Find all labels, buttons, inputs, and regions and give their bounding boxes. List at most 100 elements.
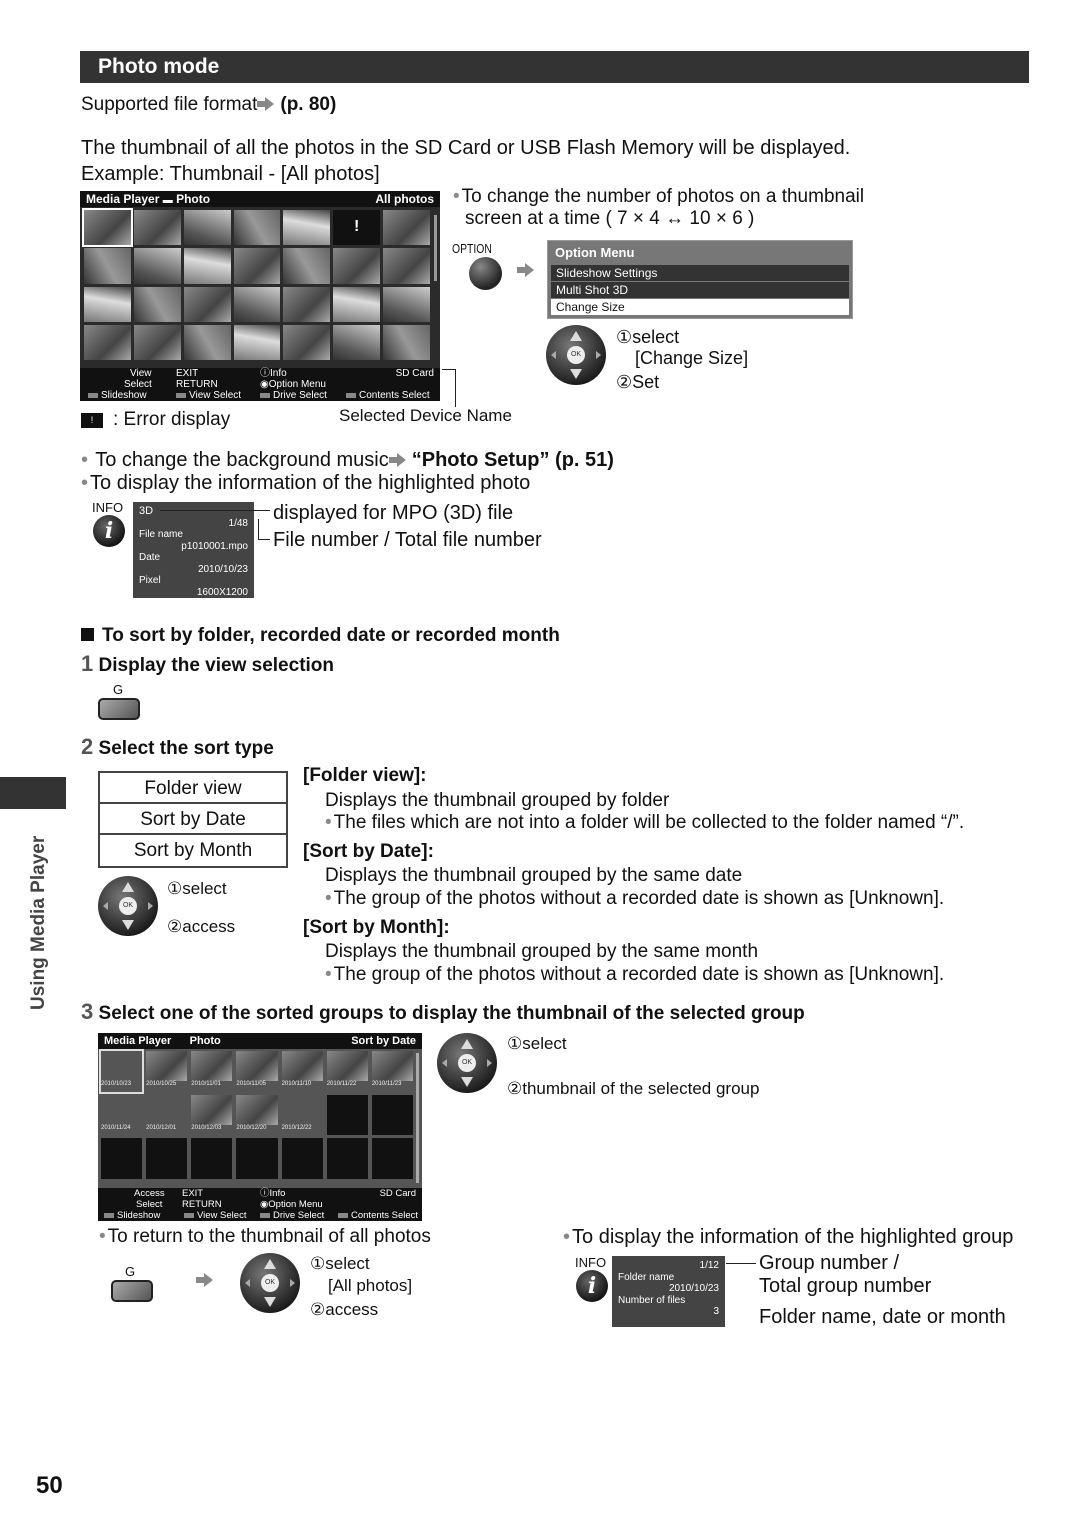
desc-date-note: The group of the photos without a record…: [325, 888, 944, 910]
group-date-label: 2010/12/03: [191, 1124, 222, 1131]
scrollbar[interactable]: [434, 215, 437, 281]
group-thumbnail[interactable]: 2010/11/01: [191, 1051, 233, 1092]
thumbnail[interactable]: [233, 210, 281, 246]
thumbnail[interactable]: [283, 286, 331, 322]
thumbnail[interactable]: [84, 286, 131, 322]
thumbnail[interactable]: [183, 248, 231, 284]
footer-info: ⓘ Info: [260, 368, 287, 379]
thumbnail[interactable]: [133, 286, 181, 322]
desc-date-title: [Sort by Date]:: [303, 841, 434, 862]
thumbnail[interactable]: [283, 210, 331, 246]
group-thumbnail[interactable]: 2010/11/23: [371, 1051, 413, 1092]
empty-thumbnail[interactable]: [146, 1138, 188, 1179]
photo-setup-link[interactable]: “Photo Setup” (p. 51): [412, 449, 614, 471]
screen-title-bar: Media Player ▬ Photo All photos: [80, 191, 440, 207]
option-item-multi-shot-3d[interactable]: Multi Shot 3D: [551, 282, 849, 298]
sort-option-sort-by-month[interactable]: Sort by Month: [100, 835, 286, 866]
info-icon[interactable]: i: [576, 1270, 608, 1302]
group-count: 1/12: [699, 1260, 719, 1271]
thumbnail[interactable]: [133, 324, 181, 360]
info-icon[interactable]: i: [93, 515, 125, 547]
thumbnail[interactable]: [233, 286, 281, 322]
empty-thumbnail[interactable]: [371, 1094, 413, 1136]
thumbnail[interactable]: [133, 248, 181, 284]
thumbnail[interactable]: [183, 210, 231, 246]
thumbnail[interactable]: [383, 286, 430, 322]
thumbnail[interactable]: [133, 210, 181, 246]
screen-footer: Access EXIT ⓘ Info SD Card Select RETURN…: [98, 1188, 422, 1221]
footer-return: RETURN: [176, 379, 218, 390]
callout-line: [160, 510, 270, 511]
arrow-icon: [388, 453, 406, 467]
scrollbar[interactable]: [416, 1053, 419, 1183]
callout-line: [258, 519, 259, 540]
option-item-change-size[interactable]: Change Size: [551, 299, 849, 315]
empty-thumbnail[interactable]: [101, 1138, 143, 1179]
group-thumbnail[interactable]: 2010/12/20: [236, 1094, 278, 1136]
callout-line: [258, 539, 270, 540]
thumbnail[interactable]: [82, 207, 133, 248]
thumbnail[interactable]: [333, 286, 381, 322]
thumbnail-screen-all-photos: Media Player ▬ Photo All photos ! View E…: [80, 191, 440, 401]
thumbnail[interactable]: [283, 324, 331, 360]
thumbnail[interactable]: [84, 248, 131, 284]
screen-footer: View EXIT ⓘ Info SD Card Select RETURN ◉…: [80, 368, 440, 401]
thumbnail[interactable]: [383, 324, 430, 360]
sort-option-folder-view[interactable]: Folder view: [100, 773, 286, 804]
intro-line-1: The thumbnail of all the photos in the S…: [81, 137, 851, 159]
g-button[interactable]: [111, 1280, 153, 1302]
g-button[interactable]: [98, 698, 140, 720]
desc-month-note: The group of the photos without a record…: [325, 964, 944, 986]
thumb-size-text-2: screen at a time ( 7 × 4 ↔ 10 × 6 ): [465, 208, 755, 229]
empty-thumbnail[interactable]: [236, 1138, 278, 1179]
footer-slideshow: Slideshow: [88, 390, 147, 401]
sort-option-sort-by-date[interactable]: Sort by Date: [100, 804, 286, 835]
arrow-icon: [196, 1273, 219, 1291]
empty-thumbnail[interactable]: [281, 1138, 323, 1179]
view-name: Sort by Date: [351, 1035, 416, 1047]
group-info-panel: 1/12 Folder name 2010/10/23 Number of fi…: [612, 1256, 725, 1327]
empty-thumbnail[interactable]: [191, 1138, 233, 1179]
g-button-label: G: [125, 1264, 136, 1279]
footer-select: Select: [124, 379, 152, 390]
group-thumbnail-image: [326, 1051, 368, 1081]
option-item-slideshow-settings[interactable]: Slideshow Settings: [551, 265, 849, 281]
footer-option-menu: ◉ Option Menu: [260, 1199, 323, 1210]
page-ref-link[interactable]: (p. 80): [280, 94, 336, 115]
group-thumbnail[interactable]: 2010/12/22: [282, 1095, 323, 1136]
thumbnail-error[interactable]: !: [333, 210, 381, 246]
group-thumbnail[interactable]: 2010/11/10: [281, 1051, 323, 1092]
group-date-label: 2010/11/22: [326, 1081, 357, 1087]
thumbnail[interactable]: [383, 248, 430, 284]
thumbnail[interactable]: [183, 286, 231, 322]
group-thumbnail[interactable]: 2010/12/01: [146, 1095, 187, 1136]
empty-thumbnail[interactable]: [371, 1138, 413, 1179]
thumbnail[interactable]: [84, 324, 131, 360]
thumbnail[interactable]: [333, 248, 381, 284]
group-thumbnail[interactable]: 2010/11/24: [101, 1095, 142, 1136]
empty-thumbnail[interactable]: [326, 1138, 368, 1179]
group-thumbnail-image: [282, 1095, 323, 1125]
empty-thumbnail[interactable]: [326, 1094, 368, 1136]
group-thumbnail-image: [101, 1095, 142, 1125]
thumbnail[interactable]: [183, 324, 231, 360]
footer-view: View: [130, 368, 152, 379]
thumbnail[interactable]: [383, 210, 430, 246]
group-thumbnail[interactable]: 2010/10/25: [146, 1051, 188, 1092]
footer-view-select: View Select: [184, 1210, 246, 1221]
callout-mpo: displayed for MPO (3D) file: [273, 502, 514, 524]
group-thumbnail[interactable]: 2010/11/05: [236, 1051, 278, 1092]
thumbnail[interactable]: [333, 324, 381, 360]
group-date-label: 2010/12/20: [236, 1124, 267, 1131]
group-thumbnail-image: [281, 1051, 323, 1081]
thumbnail-grid: !: [82, 207, 430, 360]
group-thumbnail[interactable]: 2010/10/23: [98, 1049, 145, 1094]
thumbnail[interactable]: [283, 248, 331, 284]
option-button[interactable]: [469, 257, 502, 290]
thumbnail[interactable]: [233, 248, 281, 284]
photo-info-text: To display the information of the highli…: [81, 472, 530, 495]
group-thumbnail[interactable]: 2010/11/22: [326, 1051, 368, 1092]
footer-access: Access: [134, 1188, 165, 1199]
group-thumbnail[interactable]: 2010/12/03: [191, 1094, 233, 1136]
thumbnail[interactable]: [233, 324, 281, 360]
